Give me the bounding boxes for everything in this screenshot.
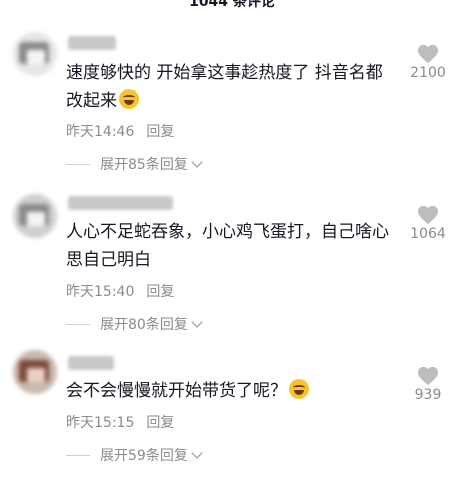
avatar[interactable] [13,32,57,76]
heart-icon [418,44,438,64]
heart-icon [418,205,438,225]
comment-meta: 昨天15:15 回复 [66,412,174,432]
laughing-emoji-icon [119,89,139,109]
comment-text-line: 会不会慢慢就开始带货了呢？ [66,381,287,401]
comment-time: 昨天14:46 [66,124,135,140]
expand-replies-label: 展开59条回复 [100,448,188,464]
heart-icon [418,366,438,386]
divider [66,454,90,456]
expand-replies-button[interactable]: 展开59条回复 [66,445,203,465]
username-blurred[interactable] [68,356,114,370]
comment-text: 会不会慢慢就开始带货了呢？ [66,377,406,405]
like-count: 2100 [410,65,446,81]
chevron-down-icon [191,316,203,328]
like-button[interactable]: 939 [406,366,450,403]
divider [66,323,90,325]
expand-replies-button[interactable]: 展开80条回复 [66,314,203,334]
username-blurred[interactable] [68,36,116,50]
avatar[interactable] [13,350,57,394]
comment-text-line: 思自己明白 [66,250,151,270]
expand-replies-button[interactable]: 展开85条回复 [66,154,203,174]
comment-meta: 昨天14:46 回复 [66,121,174,141]
expand-replies-label: 展开85条回复 [100,157,188,173]
reply-button[interactable]: 回复 [146,124,174,140]
like-button[interactable]: 1064 [406,205,450,242]
username-blurred[interactable] [68,196,173,210]
avatar[interactable] [13,194,57,238]
like-button[interactable]: 2100 [406,44,450,81]
comment-text-line: 人心不足蛇吞象，小心鸡飞蛋打，自己啥心 [66,222,389,242]
comment-meta: 昨天15:40 回复 [66,281,174,301]
comment-time: 昨天15:40 [66,284,135,300]
chevron-down-icon [191,156,203,168]
reply-button[interactable]: 回复 [146,415,174,431]
comment-text-line: 改起来 [66,91,117,111]
expand-replies-label: 展开80条回复 [100,317,188,333]
comment-text-line: 速度够快的 开始拿这事趁热度了 抖音名都 [66,63,383,83]
chevron-down-icon [191,447,203,459]
like-count: 939 [414,387,442,403]
like-count: 1064 [410,226,446,242]
reply-button[interactable]: 回复 [146,284,174,300]
comment-text: 人心不足蛇吞象，小心鸡飞蛋打，自己啥心 思自己明白 [66,218,406,274]
comment-time: 昨天15:15 [66,415,135,431]
divider [66,163,90,165]
laughing-emoji-icon [289,379,309,399]
comment-text: 速度够快的 开始拿这事趁热度了 抖音名都 改起来 [66,59,406,115]
comment-count-title: 1044 条评论 [189,0,275,10]
